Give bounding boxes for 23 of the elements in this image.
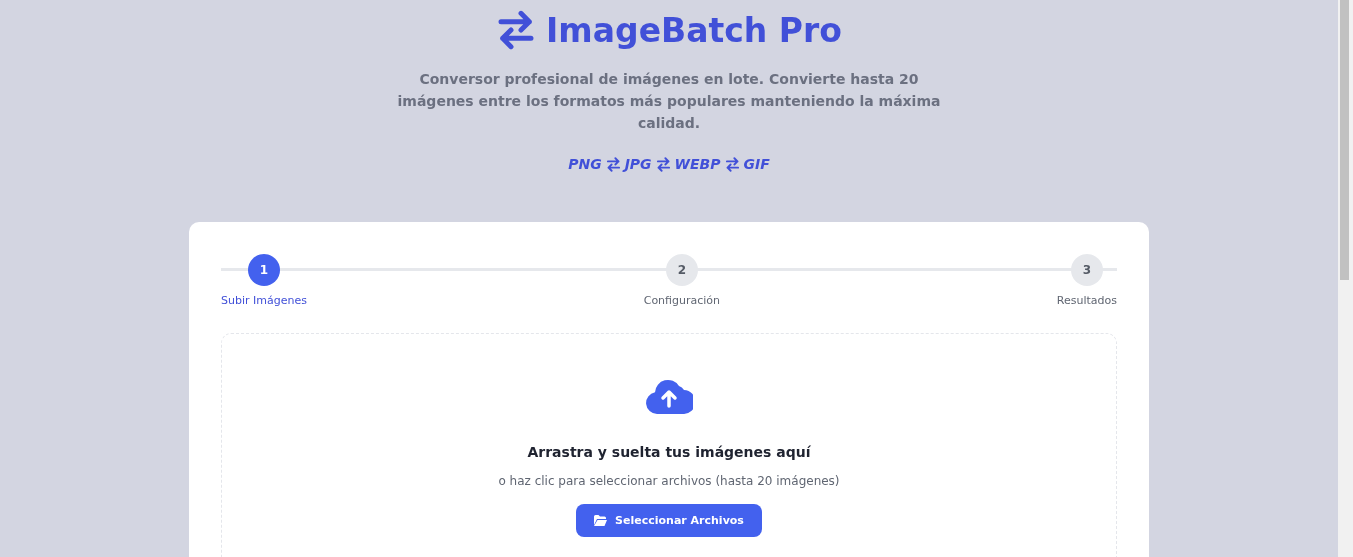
format-label: JPG	[624, 156, 652, 172]
step-number: 2	[665, 254, 698, 286]
format-label: GIF	[743, 156, 770, 172]
select-files-button[interactable]: Seleccionar Archivos	[576, 504, 762, 537]
scrollbar-thumb[interactable]	[1340, 0, 1349, 280]
scrollbar[interactable]	[1338, 0, 1353, 557]
swap-arrows-icon	[605, 156, 621, 172]
cloud-upload-icon	[645, 378, 693, 414]
step-label: Subir Imágenes	[221, 294, 307, 307]
folder-icon	[594, 515, 608, 526]
format-label: WEBP	[674, 156, 721, 172]
step-label: Configuración	[643, 294, 721, 307]
step-number: 3	[1070, 254, 1103, 286]
app-title: ImageBatch Pro	[546, 10, 842, 50]
swap-arrows-icon	[724, 156, 740, 172]
format-label: PNG	[568, 156, 602, 172]
app-description: Conversor profesional de imágenes en lote. Convierte hasta 20 imágenes entre los formatos más populares manteniendo la máxima calidad.	[396, 70, 942, 133]
step-label: Resultados	[1056, 294, 1117, 307]
drop-heading: Arrastra y suelta tus imágenes aquí	[527, 444, 811, 460]
drop-hint: o haz clic para seleccionar archivos (hasta 20 imágenes)	[498, 474, 840, 488]
step-number: 1	[247, 254, 280, 286]
swap-arrows-icon	[655, 156, 671, 172]
drop-zone[interactable]: Arrastra y suelta tus imágenes aquí o haz clic para seleccionar archivos (hasta 20 imágenes) Seleccionar Archivos	[221, 333, 1117, 557]
